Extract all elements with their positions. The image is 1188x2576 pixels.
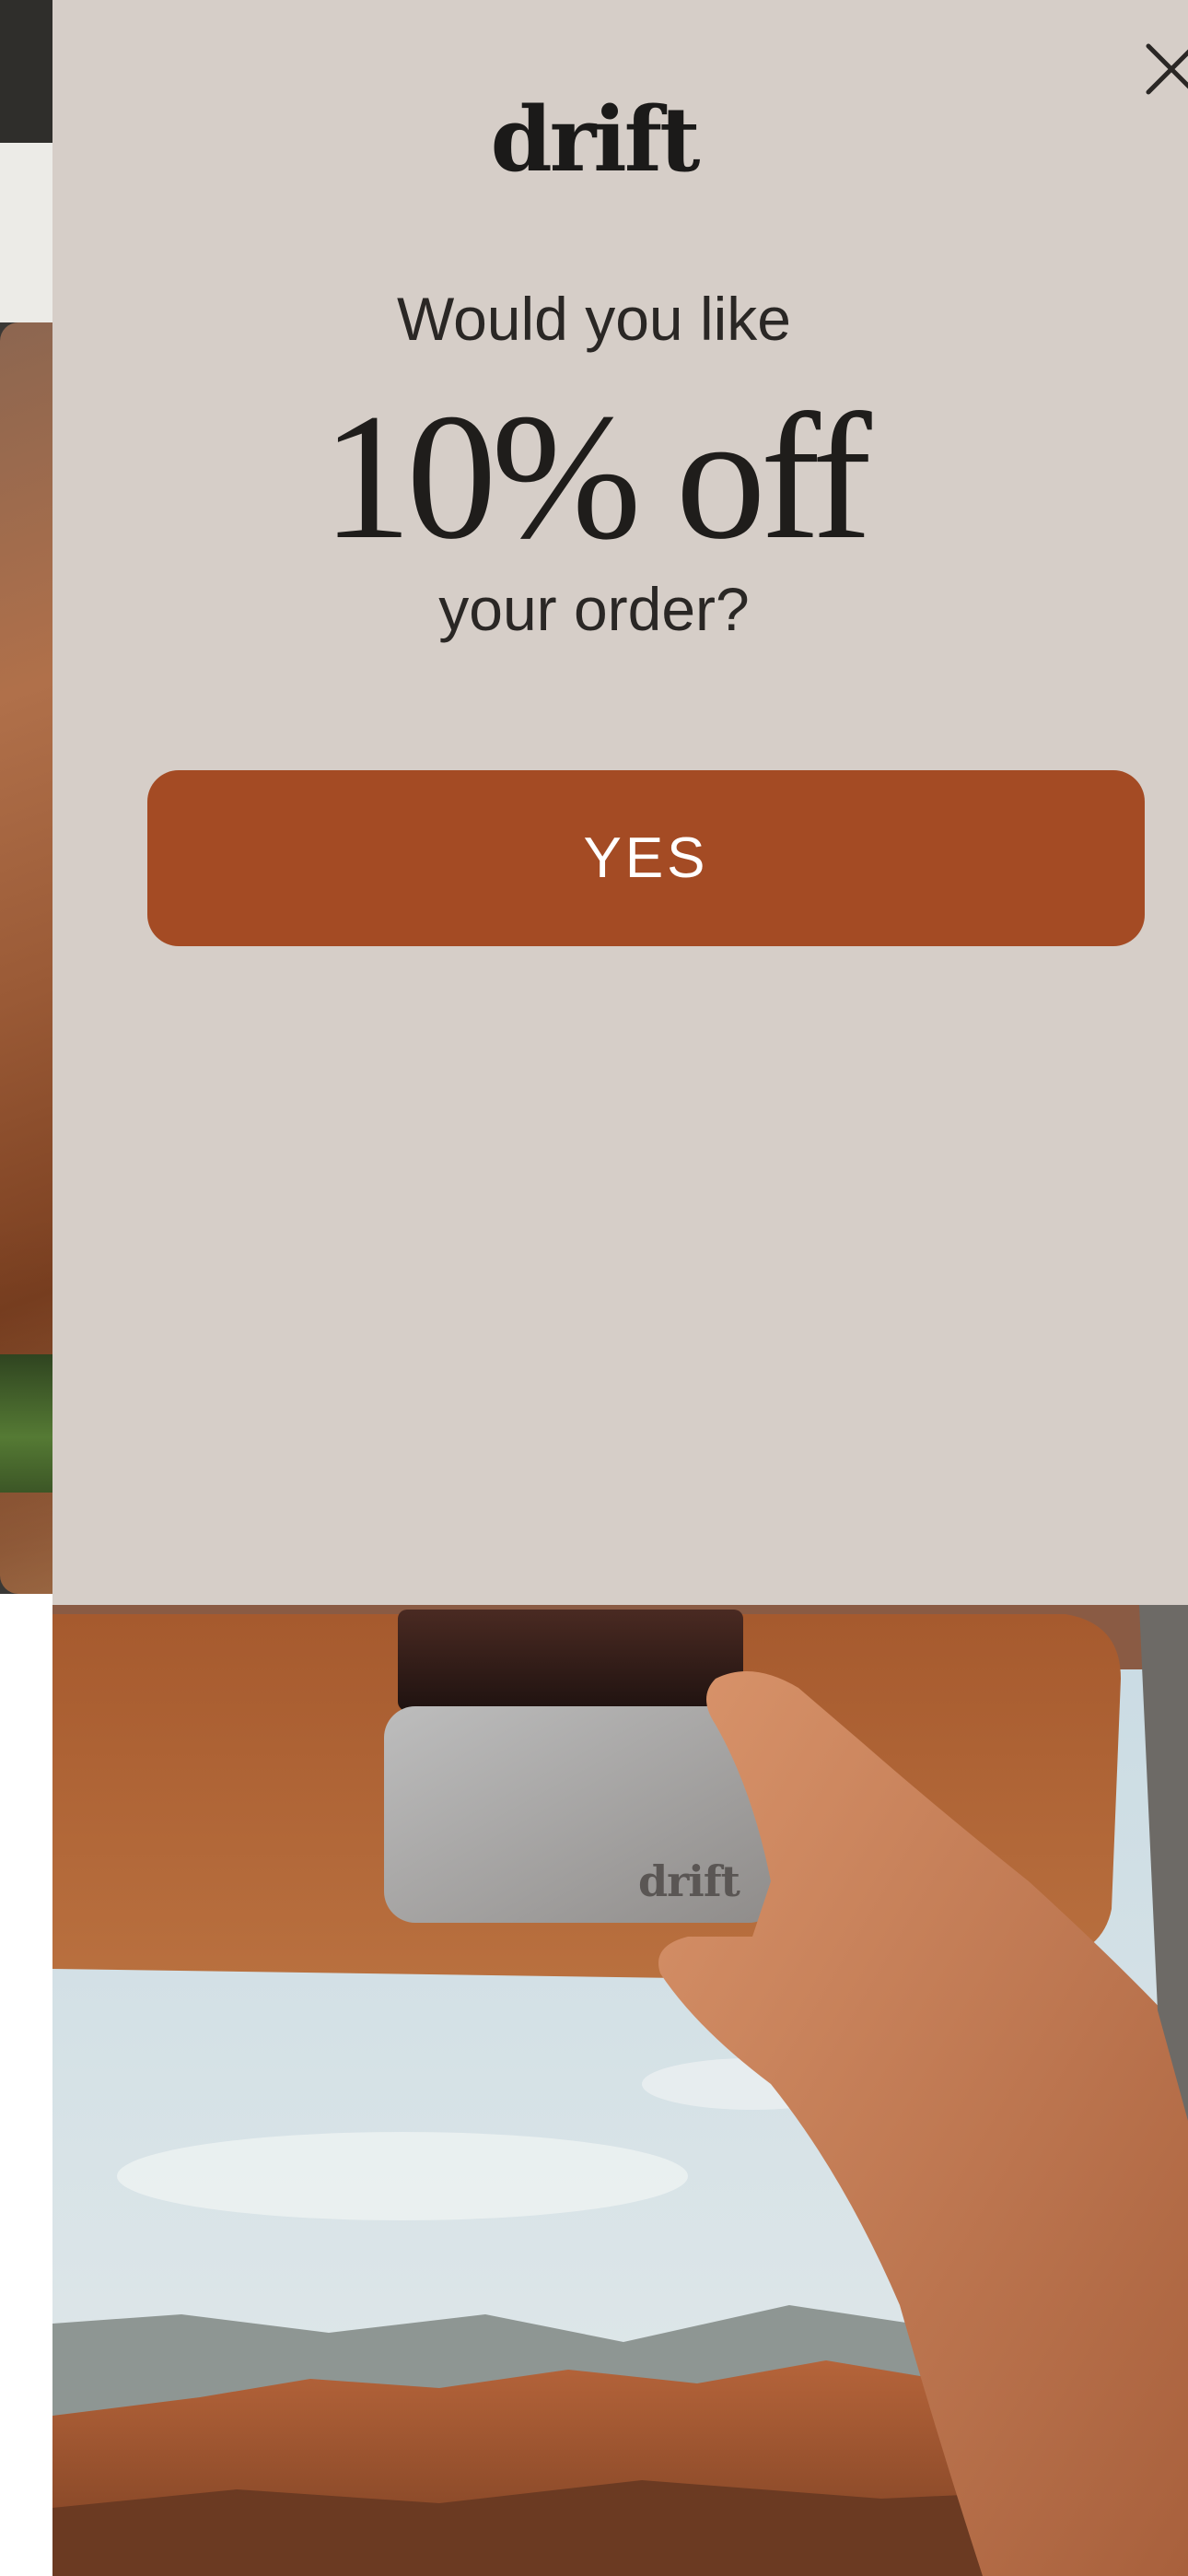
yes-button[interactable]: YES — [147, 770, 1145, 946]
product-photo — [52, 1605, 1188, 2576]
page: drift Would you like 10% off your order?… — [0, 0, 1188, 2576]
discount-offer: 10% off — [321, 377, 871, 577]
popup-headline: Would you like — [396, 285, 791, 353]
device-logo-emboss: drift — [638, 1856, 740, 1906]
popup-subline: your order? — [438, 575, 750, 643]
brand-logo: drift — [490, 88, 701, 192]
close-icon — [1146, 43, 1188, 95]
close-button[interactable] — [1139, 37, 1188, 101]
discount-popup: drift Would you like 10% off your order?… — [52, 0, 1188, 2576]
